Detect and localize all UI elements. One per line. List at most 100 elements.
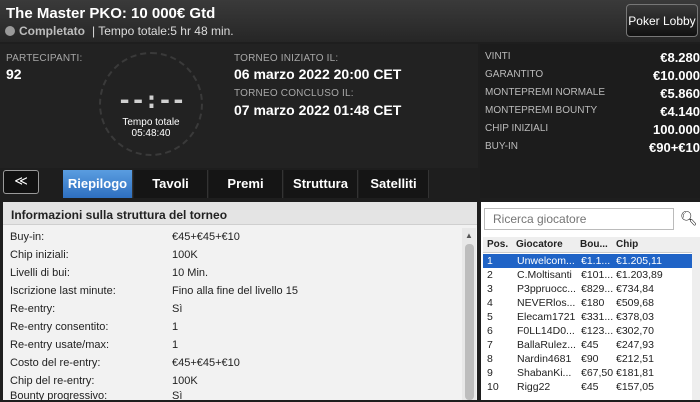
row-player: F0LL14D0...	[517, 325, 575, 337]
row-player: Elecam1721	[517, 311, 576, 323]
structure-row-value: €45+€45+€10	[172, 231, 240, 243]
structure-row-label: Re-entry:	[10, 303, 56, 315]
structure-row-value: 100K	[172, 375, 198, 387]
row-bounty: €90	[581, 353, 599, 365]
row-player: BallaRulez...	[517, 339, 576, 351]
row-pos: 10	[487, 381, 499, 393]
tab-satelliti[interactable]: Satelliti	[359, 170, 429, 198]
row-bounty: €101...	[581, 269, 613, 281]
structure-scrollbar-thumb[interactable]	[465, 244, 474, 400]
table-row[interactable]: 1 Unwelcom... €1.1... €1.205,11	[483, 254, 692, 268]
structure-row-label: Chip del re-entry:	[10, 375, 95, 387]
player-search-input[interactable]	[484, 208, 674, 230]
tab-tavoli[interactable]: Tavoli	[134, 170, 208, 198]
row-pos: 7	[487, 339, 493, 351]
table-row[interactable]: 9 ShabanKi... €67,50 €181,81	[483, 366, 692, 380]
clock-value: 05:48:40	[131, 128, 171, 139]
structure-row-label: Buy-in:	[10, 231, 45, 243]
row-pos: 5	[487, 311, 493, 323]
structure-row-value: 1	[172, 339, 179, 351]
row-pos: 1	[487, 255, 493, 267]
started-value: 06 marzo 2022 20:00 CET	[234, 66, 402, 82]
players-scrollbar[interactable]	[692, 237, 700, 400]
participants-value: 92	[6, 66, 22, 82]
structure-row-label: Costo del re-entry:	[10, 357, 101, 369]
tab-riepilogo[interactable]: Riepilogo	[63, 170, 133, 198]
structure-row-value: €45+€45+€10	[172, 357, 240, 369]
structure-row-label: Livelli di bui:	[10, 267, 70, 279]
status-dot-icon	[5, 26, 15, 36]
structure-row-label: Re-entry consentito:	[10, 321, 109, 333]
row-chip: €1.203,89	[616, 269, 663, 281]
ended-value: 07 marzo 2022 01:48 CET	[234, 102, 402, 118]
row-chip: €509,68	[616, 297, 654, 309]
table-row[interactable]: 3 P3ppruocc... €829... €734,84	[483, 282, 692, 296]
stat-value-bounty-pool: €4.140	[660, 104, 700, 119]
table-row[interactable]: 10 Rigg22 €45 €157,05	[483, 380, 692, 394]
poker-lobby-button[interactable]: Poker Lobby	[626, 4, 698, 37]
stat-value-won: €8.280	[660, 50, 700, 65]
stat-label-buyin: BUY-IN	[485, 141, 518, 152]
row-bounty: €829...	[581, 283, 613, 295]
row-chip: €1.205,11	[616, 255, 662, 267]
column-header-chip[interactable]: Chip	[616, 239, 638, 250]
clock-digits: --:--	[117, 86, 185, 114]
participants-label: PARTECIPANTI:	[6, 53, 83, 64]
row-player: C.Moltisanti	[517, 269, 572, 281]
row-pos: 8	[487, 353, 493, 365]
stat-label-bounty-pool: MONTEPREMI BOUNTY	[485, 105, 598, 116]
row-player: NEVERlos...	[517, 297, 576, 309]
row-player: Unwelcom...	[517, 255, 575, 267]
table-row[interactable]: 2 C.Moltisanti €101... €1.203,89	[483, 268, 692, 282]
tab-premi[interactable]: Premi	[209, 170, 283, 198]
table-row[interactable]: 7 BallaRulez... €45 €247,93	[483, 338, 692, 352]
structure-header: Informazioni sulla struttura del torneo	[3, 202, 477, 225]
row-pos: 2	[487, 269, 493, 281]
row-player: P3ppruocc...	[517, 283, 576, 295]
row-pos: 3	[487, 283, 493, 295]
structure-row-value: 100K	[172, 249, 198, 261]
table-row[interactable]: 4 NEVERlos... €180 €509,68	[483, 296, 692, 310]
clock-label: Tempo totale	[122, 117, 180, 128]
structure-row-label: Bounty progressivo:	[10, 390, 108, 402]
scroll-up-icon[interactable]: ▲	[465, 231, 473, 240]
ended-label: TORNEO CONCLUSO IL:	[234, 88, 354, 99]
table-row[interactable]: 6 F0LL14D0... €123... €302,70	[483, 324, 692, 338]
column-header-pos[interactable]: Pos.	[487, 239, 508, 250]
table-row[interactable]: 5 Elecam1721 €331... €378,03	[483, 310, 692, 324]
row-pos: 6	[487, 325, 493, 337]
structure-row-value: Fino alla fine del livello 15	[172, 285, 298, 297]
row-bounty: €331...	[581, 311, 613, 323]
structure-row-label: Re-entry usate/max:	[10, 339, 110, 351]
row-player: Nardin4681	[517, 353, 572, 365]
row-player: Rigg22	[517, 381, 551, 393]
table-row[interactable]: 8 Nardin4681 €90 €212,51	[483, 352, 692, 366]
row-bounty: €123...	[581, 325, 613, 337]
total-time-label: | Tempo totale:5 hr 48 min.	[92, 24, 234, 38]
stat-value-buyin: €90+€10	[649, 140, 700, 155]
structure-row-label: Iscrizione last minute:	[10, 285, 116, 297]
structure-panel	[3, 202, 477, 400]
row-bounty: €1.1...	[581, 255, 611, 267]
row-chip: €212,51	[616, 353, 654, 365]
structure-row-value: 10 Min.	[172, 267, 209, 279]
row-bounty: €67,50	[581, 367, 613, 379]
column-header-player[interactable]: Giocatore	[516, 239, 563, 250]
stat-label-normal-pool: MONTEPREMI NORMALE	[485, 87, 606, 98]
row-chip: €378,03	[616, 311, 654, 323]
status-label: Completato	[19, 24, 85, 38]
stat-label-starting-chips: CHIP INIZIALI	[485, 123, 549, 134]
column-header-bounty[interactable]: Bou...	[580, 239, 608, 250]
stat-label-won: VINTI	[485, 51, 511, 62]
tournament-title: The Master PKO: 10 000€ Gtd	[6, 5, 216, 22]
tab-struttura[interactable]: Struttura	[284, 170, 358, 198]
structure-row-value: Sì	[172, 303, 183, 315]
collapse-chevron-icon[interactable]: ≪	[3, 170, 39, 194]
search-icon[interactable]: 🔍︎	[680, 210, 698, 227]
row-pos: 4	[487, 297, 493, 309]
stat-value-starting-chips: 100.000	[653, 122, 700, 137]
row-chip: €181,81	[616, 367, 654, 379]
row-player: ShabanKi...	[517, 367, 572, 379]
row-chip: €157,05	[616, 381, 654, 393]
structure-row-label: Chip iniziali:	[10, 249, 69, 261]
